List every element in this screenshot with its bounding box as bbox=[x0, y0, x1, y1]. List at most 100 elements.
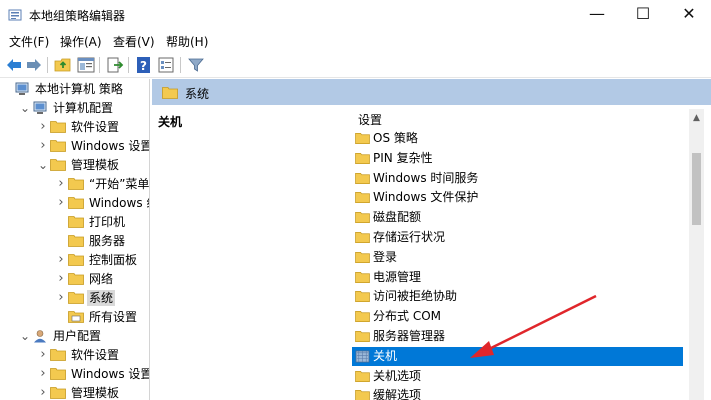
tree-item-label: Windows 组 bbox=[89, 196, 149, 210]
menu-action[interactable]: 操作(A) bbox=[60, 33, 102, 50]
title-bar: 本地组策略编辑器 — ☐ ✕ bbox=[0, 0, 711, 30]
tree-item[interactable]: ⌄ 计算机配置 bbox=[0, 99, 149, 118]
list-item[interactable]: Windows 时间服务 bbox=[352, 169, 683, 188]
show-hide-tree-icon[interactable] bbox=[77, 56, 95, 74]
chevron-right-icon[interactable]: › bbox=[56, 177, 66, 190]
folder-icon bbox=[68, 253, 84, 267]
chevron-down-icon[interactable]: ⌄ bbox=[20, 330, 30, 342]
list-item[interactable]: 电源管理 bbox=[352, 268, 683, 287]
tree-item[interactable]: › “开始”菜单和 bbox=[0, 175, 150, 194]
list-item-label: 登录 bbox=[373, 249, 398, 264]
list-item[interactable]: 关机选项 bbox=[352, 367, 683, 386]
tree-item[interactable]: 本地计算机 策略 bbox=[0, 80, 149, 99]
list-item-label: PIN 复杂性 bbox=[373, 150, 433, 165]
tree-item[interactable]: › 软件设置 bbox=[0, 346, 149, 365]
list-item-label: 关机选项 bbox=[373, 368, 422, 383]
chevron-down-icon[interactable]: ⌄ bbox=[38, 159, 48, 171]
tree-item[interactable]: › 管理模板 bbox=[0, 384, 149, 400]
user-icon bbox=[34, 330, 46, 343]
menu-file[interactable]: 文件(F) bbox=[9, 33, 49, 50]
tree-item[interactable]: › Windows 设置 bbox=[0, 137, 150, 156]
tree-item[interactable]: › 网络 bbox=[0, 270, 149, 289]
folder-icon bbox=[68, 216, 84, 228]
settings-list[interactable]: 设置 OS 策略 PIN 复杂性 Windows 时间服务 Windows 文件保护磁… bbox=[344, 105, 711, 400]
list-item[interactable]: Windows 文件保护 bbox=[352, 188, 683, 207]
chevron-right-icon[interactable]: › bbox=[38, 348, 48, 361]
minimize-button[interactable]: — bbox=[574, 0, 620, 30]
tree-item-label: 本地计算机 策略 bbox=[35, 82, 123, 96]
tree-item[interactable]: ⌄ 用户配置 bbox=[0, 327, 149, 346]
tree-item[interactable]: › Windows 组 bbox=[0, 194, 149, 213]
folder-icon bbox=[50, 121, 66, 133]
folder-icon bbox=[355, 271, 370, 284]
help-icon[interactable]: ? bbox=[135, 56, 153, 74]
details-header-title: 系统 bbox=[185, 87, 210, 101]
list-item[interactable]: 磁盘配额 bbox=[352, 208, 683, 227]
folder-icon bbox=[50, 158, 66, 172]
list-item[interactable]: 登录 bbox=[352, 248, 683, 267]
tree-item-label: “开始”菜单和 bbox=[89, 177, 150, 191]
list-item[interactable]: 访问被拒绝协助 bbox=[352, 287, 683, 306]
menu-view[interactable]: 查看(V) bbox=[113, 33, 155, 50]
list-item[interactable]: 服务器管理器 bbox=[352, 327, 683, 346]
properties-icon[interactable] bbox=[157, 56, 175, 74]
tree-item[interactable]: ⌄ 管理模板 bbox=[0, 156, 149, 175]
list-item[interactable]: 缓解选项 bbox=[352, 386, 683, 400]
toolbar-separator bbox=[47, 57, 48, 73]
folder-icon bbox=[68, 177, 84, 191]
forward-arrow-icon[interactable] bbox=[25, 56, 43, 74]
tree-item-label: Windows 设置 bbox=[71, 139, 150, 153]
filter-icon[interactable] bbox=[187, 56, 205, 74]
tree-item[interactable]: › Windows 设置 bbox=[0, 365, 149, 384]
tree-item-label: 管理模板 bbox=[71, 158, 120, 172]
folder-icon bbox=[355, 172, 370, 185]
chevron-right-icon[interactable]: › bbox=[56, 253, 66, 266]
folder-icon bbox=[355, 390, 370, 400]
folder-icon bbox=[50, 349, 66, 361]
tree-item-label: 系统 bbox=[87, 290, 116, 306]
tree-item[interactable]: 所有设置 bbox=[0, 308, 149, 327]
tree-item[interactable]: › 软件设置 bbox=[0, 118, 149, 137]
tree-item-label: 管理模板 bbox=[71, 386, 120, 400]
maximize-button[interactable]: ☐ bbox=[620, 0, 666, 30]
vertical-scrollbar[interactable]: ▲ bbox=[689, 109, 704, 400]
folder-icon bbox=[355, 251, 370, 263]
chevron-right-icon[interactable]: › bbox=[38, 120, 48, 133]
export-list-icon[interactable] bbox=[106, 56, 124, 74]
tree-item-label: 软件设置 bbox=[71, 348, 120, 362]
tree-item[interactable]: › 系统 bbox=[0, 289, 149, 308]
tree-item-label: 所有设置 bbox=[89, 310, 138, 324]
tree-item[interactable]: 服务器 bbox=[0, 232, 149, 251]
tree-item[interactable]: › 控制面板 bbox=[0, 251, 149, 270]
list-item-label: 关机 bbox=[373, 348, 398, 363]
list-item-label: Windows 文件保护 bbox=[373, 190, 479, 205]
list-item[interactable]: OS 策略 bbox=[352, 129, 683, 148]
folder-icon bbox=[68, 197, 84, 209]
chevron-right-icon[interactable]: › bbox=[38, 139, 48, 152]
chevron-right-icon[interactable]: › bbox=[38, 386, 48, 399]
back-arrow-icon[interactable] bbox=[5, 56, 23, 74]
folder-icon bbox=[50, 368, 66, 380]
console-tree[interactable]: 本地计算机 策略 ⌄ 计算机配置 › 软件设置 › Windows 设置 ⌄ 管理模板 › “开始”… bbox=[0, 79, 150, 400]
folder-icon bbox=[355, 311, 370, 323]
close-button[interactable]: ✕ bbox=[666, 0, 711, 30]
chevron-right-icon[interactable]: › bbox=[38, 367, 48, 380]
settings-folder-icon bbox=[68, 310, 84, 324]
chevron-right-icon[interactable]: › bbox=[56, 291, 66, 304]
list-item[interactable]: 关机 bbox=[352, 346, 683, 366]
column-header-setting[interactable]: 设置 bbox=[358, 111, 382, 128]
up-folder-icon[interactable] bbox=[54, 56, 72, 74]
folder-icon bbox=[355, 152, 370, 165]
folder-icon bbox=[68, 291, 84, 305]
list-item[interactable]: PIN 复杂性 bbox=[352, 149, 683, 168]
tree-item[interactable]: 打印机 bbox=[0, 213, 149, 232]
scrollbar-thumb[interactable] bbox=[692, 153, 701, 225]
scroll-up-arrow-icon[interactable]: ▲ bbox=[689, 111, 704, 125]
chevron-right-icon[interactable]: › bbox=[56, 272, 66, 285]
list-item[interactable]: 分布式 COM bbox=[352, 307, 683, 326]
list-item[interactable]: 存储运行状况 bbox=[352, 228, 683, 247]
svg-text:?: ? bbox=[140, 59, 147, 73]
chevron-right-icon[interactable]: › bbox=[56, 196, 66, 209]
chevron-down-icon[interactable]: ⌄ bbox=[20, 102, 30, 114]
menu-help[interactable]: 帮助(H) bbox=[166, 33, 208, 50]
